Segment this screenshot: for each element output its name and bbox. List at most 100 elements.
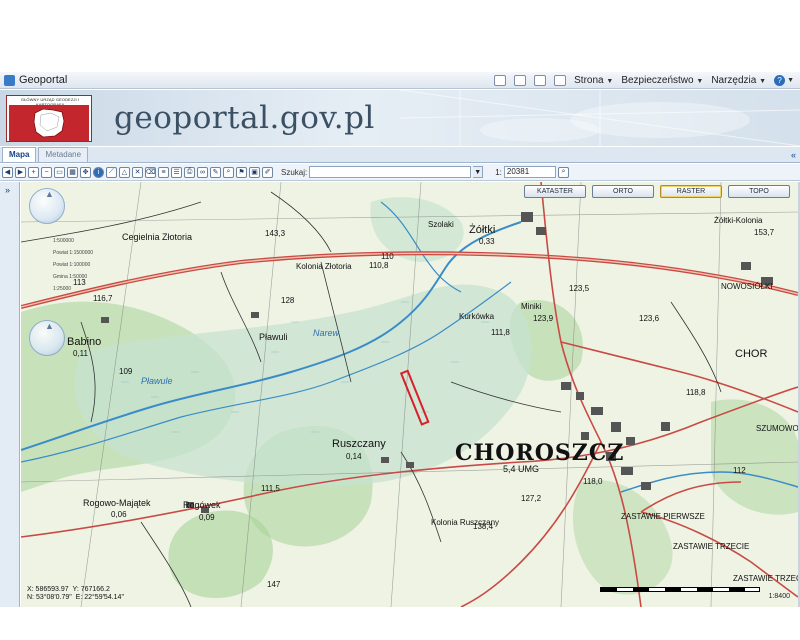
- browser-tab[interactable]: Geoportal: [0, 74, 67, 86]
- zoom-box-icon[interactable]: ▭: [54, 166, 65, 178]
- menu-narzedzia[interactable]: Narzędzia ▼: [711, 75, 766, 86]
- map-view[interactable]: KATASTER ORTO RASTER TOPO ▲ 1:500000 Pow…: [21, 182, 798, 607]
- scale-bar-graphic: [600, 587, 760, 592]
- left-panel-collapsed: »: [0, 182, 20, 607]
- map-label: 0,11: [73, 349, 88, 358]
- layer-raster-button[interactable]: RASTER: [660, 185, 722, 198]
- logo-red-bar: [9, 105, 89, 141]
- zoom-in-icon[interactable]: +: [28, 166, 39, 178]
- map-label: Pławuli: [259, 332, 288, 342]
- map-label: Ruszczany: [332, 438, 386, 450]
- link-icon[interactable]: ∞: [197, 166, 208, 178]
- map-label: 123,9: [533, 314, 554, 323]
- map-label: 110: [381, 252, 394, 261]
- map-label: 109: [119, 367, 133, 376]
- town-label: CHOROSZCZ: [455, 440, 625, 466]
- map-label: 111,5: [261, 484, 280, 493]
- layer-orto-button[interactable]: ORTO: [592, 185, 654, 198]
- map-label: 0,33: [479, 237, 495, 246]
- geoportal-banner: GŁÓWNY URZĄD GEODEZJI I KARTOGRAFII geop…: [0, 90, 800, 146]
- map-label: Rogowo-Majątek: [83, 498, 151, 508]
- layer-switcher: KATASTER ORTO RASTER TOPO: [524, 185, 790, 198]
- map-label: ZASTAWIE TRZEC: [733, 574, 798, 583]
- help-menu[interactable]: ? ▼: [774, 74, 794, 86]
- scale-bar: 1:8400: [600, 587, 790, 601]
- erase-icon[interactable]: ✕: [132, 166, 143, 178]
- zoom-slider[interactable]: 1:500000 Powiat 1:1500000 Powiat 1:10000…: [35, 234, 105, 292]
- save-icon[interactable]: ▣: [249, 166, 260, 178]
- search-input[interactable]: [309, 166, 472, 178]
- search-label: Szukaj:: [281, 167, 308, 177]
- layer-kataster-button[interactable]: KATASTER: [524, 185, 586, 198]
- coordinate-readout: X: 586593.97 Y: 767166.2 N: 53°08'0.79" …: [27, 586, 124, 602]
- scale-input[interactable]: 20381: [503, 166, 556, 178]
- site-title: geoportal.gov.pl: [114, 100, 375, 136]
- map-label: 128: [281, 296, 295, 305]
- scale-search-icon[interactable]: ⌕: [557, 166, 569, 178]
- search-tool-icon[interactable]: ⌕: [223, 166, 234, 178]
- legend-icon[interactable]: ☰: [171, 166, 182, 178]
- zoom-level-label: Powiat 1:100000: [53, 262, 91, 268]
- measure-area-icon[interactable]: △: [119, 166, 130, 178]
- poland-map-icon: [33, 108, 65, 138]
- tab-metadane[interactable]: Metadane: [38, 147, 89, 162]
- map-label: 138,4: [473, 522, 494, 531]
- clear-icon[interactable]: ⌫: [145, 166, 156, 178]
- back-arrow-icon[interactable]: ◀: [2, 166, 13, 178]
- chevron-down-icon[interactable]: ▼: [473, 166, 484, 178]
- info-icon[interactable]: i: [93, 166, 104, 178]
- coord-x: X: 586593.97: [27, 586, 69, 593]
- edit-icon[interactable]: ✎: [210, 166, 221, 178]
- print-map-icon[interactable]: ⎙: [184, 166, 195, 178]
- command-bar-tools: Strona ▼ Bezpieczeństwo ▼ Narzędzia ▼ ? …: [494, 74, 800, 86]
- gugik-logo[interactable]: GŁÓWNY URZĄD GEODEZJI I KARTOGRAFII: [6, 95, 92, 142]
- layers-icon[interactable]: ≡: [158, 166, 169, 178]
- map-label: Żółtki-Kolonia: [714, 216, 763, 225]
- map-label: 113: [73, 278, 86, 287]
- layer-topo-button[interactable]: TOPO: [728, 185, 790, 198]
- town-sublabel: 5,4 UMG: [503, 464, 540, 474]
- coord-e: E: 22°59'54.14": [75, 594, 124, 601]
- map-label: 118,0: [583, 477, 603, 486]
- map-label: 118,8: [686, 388, 706, 397]
- pan-icon[interactable]: ✥: [80, 166, 91, 178]
- flag-icon[interactable]: ⚑: [236, 166, 247, 178]
- map-label: Miniki: [521, 302, 542, 311]
- zoom-out-icon[interactable]: −: [41, 166, 52, 178]
- river-label: Narew: [313, 328, 340, 338]
- expand-panel-icon[interactable]: »: [5, 185, 10, 195]
- map-toolbar: ◀ ▶ + − ▭ ▦ ✥ i ⟋ △ ✕ ⌫ ≡ ☰ ⎙ ∞ ✎ ⌕ ⚑ ▣ …: [0, 164, 800, 181]
- map-label: 123,5: [569, 284, 590, 293]
- menu-bezpieczenstwo[interactable]: Bezpieczeństwo ▼: [621, 75, 703, 86]
- pen-icon[interactable]: ✐: [262, 166, 273, 178]
- scale-label: 1:: [495, 167, 502, 177]
- home-icon[interactable]: [494, 74, 507, 86]
- collapse-icon[interactable]: «: [791, 150, 796, 160]
- tab-mapa[interactable]: Mapa: [2, 147, 37, 162]
- map-label: Rogówek: [183, 500, 221, 510]
- map-label: SZUMOWO: [756, 424, 798, 433]
- geoportal-favicon-icon: [4, 74, 15, 86]
- map-label: 111,8: [491, 328, 510, 337]
- coord-n: N: 53°08'0.79": [27, 594, 72, 601]
- map-label: 0,06: [111, 510, 127, 519]
- chevron-down-icon: ▼: [787, 76, 794, 84]
- feeds-icon[interactable]: [514, 74, 527, 86]
- main-tabs: Mapa Metadane «: [0, 147, 800, 163]
- browser-tab-title: Geoportal: [19, 74, 68, 86]
- map-label: Kolonia Złotoria: [296, 262, 352, 271]
- map-label: 0,09: [199, 513, 215, 522]
- browser-command-bar: Geoportal Strona ▼ Bezpieczeństwo ▼ Narz…: [0, 72, 800, 89]
- map-label: Szolaki: [428, 220, 454, 229]
- print-icon[interactable]: [554, 74, 567, 86]
- chevron-down-icon: ▼: [696, 77, 704, 85]
- menu-strona[interactable]: Strona ▼: [574, 75, 613, 86]
- scale-bar-text: 1:8400: [768, 593, 790, 600]
- mail-icon[interactable]: [534, 74, 547, 86]
- pan-navigator[interactable]: ▲: [29, 188, 65, 224]
- measure-line-icon[interactable]: ⟋: [106, 166, 117, 178]
- full-extent-icon[interactable]: ▦: [67, 166, 78, 178]
- forward-arrow-icon[interactable]: ▶: [15, 166, 26, 178]
- zoom-navigator[interactable]: ▲: [29, 320, 65, 356]
- map-label: 127,2: [521, 494, 542, 503]
